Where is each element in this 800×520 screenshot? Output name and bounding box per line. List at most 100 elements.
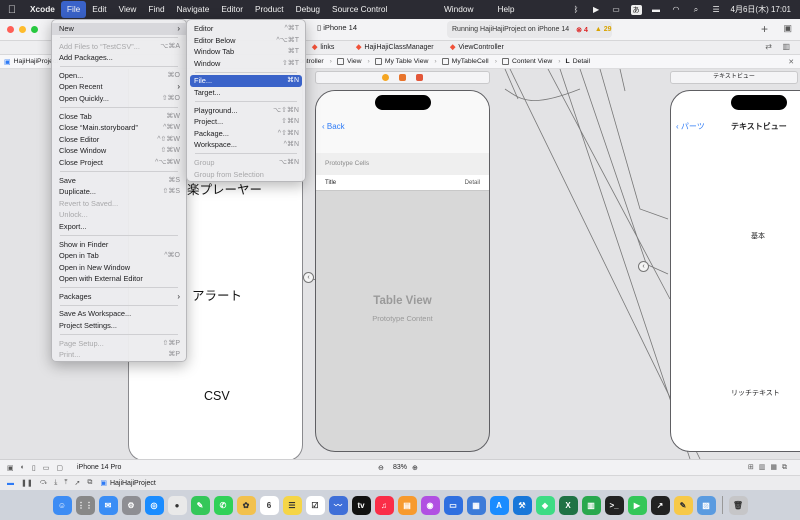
menu-item-duplicate[interactable]: Duplicate... ⇧⌘S bbox=[52, 186, 186, 198]
view-hierarchy-icon[interactable]: ⧉ bbox=[87, 479, 92, 487]
warning-icon[interactable]: ▲ 29 bbox=[595, 26, 612, 33]
menu-item-playground[interactable]: Playground... ⌥⇧⌘N bbox=[187, 105, 305, 117]
stocks-icon[interactable]: ↗ bbox=[650, 495, 670, 515]
search-icon[interactable]: ⌕ bbox=[691, 5, 702, 15]
label-basic[interactable]: 基本 bbox=[751, 231, 765, 241]
menu-debug[interactable]: Debug bbox=[290, 1, 326, 18]
menu-item-window[interactable]: Window ⇧⌘T bbox=[187, 58, 305, 70]
keynote-icon[interactable]: ▭ bbox=[443, 495, 463, 515]
menu-item-show-in-finder[interactable]: Show in Finder bbox=[52, 239, 186, 251]
menu-item-open-recent[interactable]: Open Recent › bbox=[52, 81, 186, 93]
menu-editor[interactable]: Editor bbox=[215, 1, 249, 18]
tab-viewcontroller[interactable]: ◆ ViewController bbox=[450, 43, 504, 52]
menu-item-export[interactable]: Export... bbox=[52, 221, 186, 233]
mail-icon[interactable]: ✉ bbox=[98, 495, 118, 515]
close-window-button[interactable] bbox=[7, 26, 14, 33]
scene-dock[interactable] bbox=[315, 71, 490, 84]
control-center-icon[interactable]: ☰ bbox=[711, 5, 722, 15]
menu-item-window-tab[interactable]: Window Tab ⌘T bbox=[187, 46, 305, 58]
play-icon[interactable]: ▶ bbox=[591, 5, 602, 15]
bluetooth-icon[interactable]: ᛒ bbox=[571, 5, 582, 15]
menu-item-close-tab[interactable]: Close Tab ⌘W bbox=[52, 111, 186, 123]
reminders-icon[interactable]: ☑ bbox=[305, 495, 325, 515]
menu-item-open-in-tab[interactable]: Open in Tab ^⌘O bbox=[52, 250, 186, 262]
view-controller-icon[interactable] bbox=[382, 74, 389, 81]
add-editor-icon[interactable]: ▥ bbox=[782, 42, 790, 51]
step-out-icon[interactable]: ⤒ bbox=[64, 479, 67, 487]
label-rich-text[interactable]: リッチテキスト bbox=[731, 388, 780, 398]
frame-icon[interactable]: ▢ bbox=[56, 464, 63, 472]
ime-icon[interactable]: あ bbox=[630, 4, 642, 15]
step-over-icon[interactable]: ⤼ bbox=[40, 479, 47, 487]
battery-icon[interactable]: ▬ bbox=[651, 5, 662, 15]
menu-view[interactable]: View bbox=[113, 1, 143, 18]
back-button[interactable]: ‹ Back bbox=[322, 122, 345, 131]
calendar-icon[interactable]: 6 bbox=[259, 495, 279, 515]
jump-close-icon[interactable]: ✕ bbox=[788, 58, 794, 66]
tab-classmanager[interactable]: ◆ HajiHajiClassManager bbox=[356, 43, 434, 52]
menu-item-editor[interactable]: Editor ^⌘T bbox=[187, 23, 305, 35]
library-plus-button[interactable]: + bbox=[761, 22, 768, 36]
inspector-toggle-icon[interactable]: ▣ bbox=[783, 23, 792, 34]
status-project-name[interactable]: HajiHajiProject bbox=[110, 480, 156, 487]
segue-circle-icon[interactable]: ‹ bbox=[638, 261, 649, 272]
menu-file[interactable]: File bbox=[60, 1, 87, 18]
podcasts-icon[interactable]: ◉ bbox=[420, 495, 440, 515]
breadcrumb-table-cell[interactable]: MyTableCell bbox=[441, 58, 489, 65]
exit-icon[interactable] bbox=[416, 74, 423, 81]
menu-item-open-with-external-editor[interactable]: Open with External Editor bbox=[52, 273, 186, 285]
step-in-icon[interactable]: ⤓ bbox=[54, 479, 57, 487]
pause-icon[interactable]: ❚❚ bbox=[21, 479, 33, 487]
menu-edit[interactable]: Edit bbox=[86, 1, 112, 18]
prototype-cell[interactable]: Title Detail bbox=[316, 175, 489, 191]
split-editor-icon[interactable]: ⇄ bbox=[765, 42, 772, 51]
menu-product[interactable]: Product bbox=[249, 1, 290, 18]
table-view-scene[interactable]: ‹ Back Prototype Cells Title Detail Tabl… bbox=[315, 90, 490, 452]
device-size-icon[interactable]: ▭ bbox=[43, 464, 50, 472]
settings-icon[interactable]: ⚙ bbox=[121, 495, 141, 515]
numbers-icon[interactable]: ▥ bbox=[581, 495, 601, 515]
excel-icon[interactable]: X bbox=[558, 495, 578, 515]
trash-icon[interactable]: 🗑 bbox=[728, 495, 748, 515]
breadcrumb-table-view[interactable]: My Table View bbox=[374, 58, 428, 65]
appstore-icon[interactable]: A bbox=[489, 495, 509, 515]
freeform-icon[interactable]: 〰 bbox=[328, 495, 348, 515]
menu-item-editor-below[interactable]: Editor Below ^⌥⌘T bbox=[187, 35, 305, 47]
finder-icon[interactable]: ☺ bbox=[52, 495, 72, 515]
breadcrumb-content-view[interactable]: Content View bbox=[501, 58, 552, 65]
zoom-in-icon[interactable]: ⊕ bbox=[412, 464, 418, 472]
xcode-icon[interactable]: ⚒ bbox=[512, 495, 532, 515]
menu-item-save-as-workspace[interactable]: Save As Workspace... bbox=[52, 308, 186, 320]
debug-area-icon[interactable]: ▬ bbox=[7, 480, 14, 487]
music-icon[interactable]: ♫ bbox=[374, 495, 394, 515]
breadcrumb-detail[interactable]: L Detail bbox=[566, 58, 591, 65]
menu-find[interactable]: Find bbox=[142, 1, 170, 18]
menu-item-file[interactable]: File... ⌘N bbox=[190, 75, 302, 87]
breadcrumb-view[interactable]: View bbox=[336, 58, 362, 65]
zoom-window-button[interactable] bbox=[31, 26, 38, 33]
menu-item-close-main-storyboard[interactable]: Close “Main.storyboard” ^⌘W bbox=[52, 122, 186, 134]
menu-item-close-editor[interactable]: Close Editor ^⇧⌘W bbox=[52, 134, 186, 146]
android-studio-icon[interactable]: ◆ bbox=[535, 495, 555, 515]
label-csv[interactable]: CSV bbox=[204, 389, 230, 403]
menu-item-open-in-new-window[interactable]: Open in New Window bbox=[52, 262, 186, 274]
facetime-video-icon[interactable]: ▶ bbox=[627, 495, 647, 515]
error-icon[interactable]: ⊗ 4 bbox=[576, 26, 588, 34]
photos-icon[interactable]: ✿ bbox=[236, 495, 256, 515]
run-destination[interactable]: ▯ iPhone 14 bbox=[317, 23, 357, 32]
label-alert[interactable]: アラート bbox=[192, 285, 242, 304]
menu-item-add-packages[interactable]: Add Packages... bbox=[52, 52, 186, 64]
menu-item-project[interactable]: Project... ⇧⌘N bbox=[187, 116, 305, 128]
appletv-icon[interactable]: tv bbox=[351, 495, 371, 515]
first-responder-icon[interactable] bbox=[399, 74, 406, 81]
preview-icon[interactable]: ▨ bbox=[696, 495, 716, 515]
tab-links[interactable]: ◆ links bbox=[312, 43, 334, 52]
menu-item-package[interactable]: Package... ^⇧⌘N bbox=[187, 128, 305, 140]
menu-help[interactable]: Help bbox=[491, 1, 520, 18]
menu-item-workspace[interactable]: Workspace... ^⌘N bbox=[187, 139, 305, 151]
messages-icon[interactable]: ✎ bbox=[190, 495, 210, 515]
back-button-parts[interactable]: ‹ パーツ bbox=[676, 121, 705, 132]
menu-item-open-quickly[interactable]: Open Quickly... ⇧⌘O bbox=[52, 93, 186, 105]
activity-status[interactable]: Running HajiHajiProject on iPhone 14 ⊗ 4… bbox=[447, 21, 612, 38]
segue-circle-icon[interactable]: ‹ bbox=[303, 272, 314, 283]
